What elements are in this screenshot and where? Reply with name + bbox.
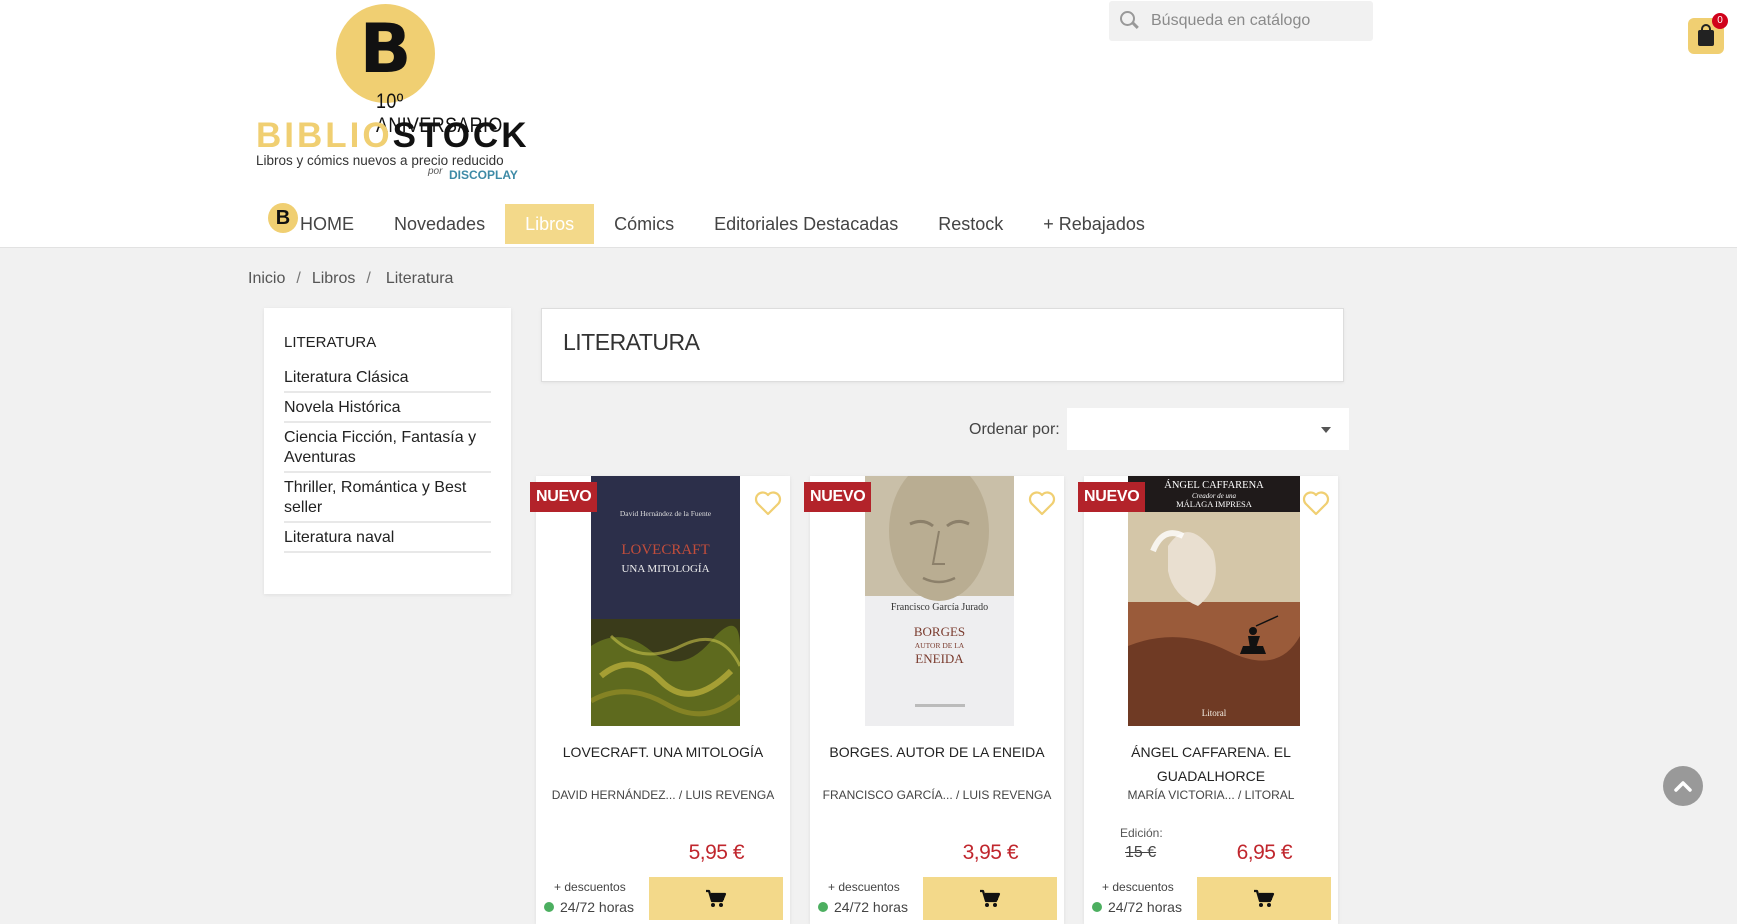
svg-text:MÁLAGA IMPRESA: MÁLAGA IMPRESA (1176, 499, 1253, 509)
svg-text:ÁNGEL CAFFARENA: ÁNGEL CAFFARENA (1164, 479, 1264, 491)
breadcrumb: Inicio / Libros / Literatura (248, 270, 453, 288)
subcategory-item[interactable]: Novela Histórica (284, 393, 491, 423)
search-box[interactable] (1109, 1, 1373, 41)
cart-count-badge: 0 (1712, 13, 1728, 29)
logo[interactable]: B 10º ANIVERSARIO BIBLIOSTOCK Libros y c… (256, 2, 526, 182)
product-title[interactable]: LOVECRAFT. UNA MITOLOGÍA (544, 740, 782, 764)
product-price: 3,95 € (962, 841, 1019, 864)
sort-label: Ordenar por: (969, 421, 1060, 438)
svg-text:Litoral: Litoral (1202, 708, 1227, 718)
old-price: 15 € (1125, 844, 1157, 861)
cart-icon (706, 889, 727, 907)
site-header: B 10º ANIVERSARIO BIBLIOSTOCK Libros y c… (0, 0, 1737, 248)
svg-text:UNA MITOLOGÍA: UNA MITOLOGÍA (621, 563, 709, 575)
logo-tagline: Libros y cómics nuevos a precio reducido (256, 153, 504, 168)
product-price: 5,95 € (688, 841, 745, 864)
svg-text:LOVECRAFT: LOVECRAFT (621, 542, 709, 558)
nav-item-editoriales[interactable]: Editoriales Destacadas (694, 204, 918, 244)
add-to-cart-button[interactable] (1197, 877, 1331, 920)
new-badge: NUEVO (530, 482, 598, 512)
book-cover[interactable]: David Hernández de la Fuente LOVECRAFT U… (591, 476, 740, 726)
logo-name: BIBLIOSTOCK (256, 116, 530, 155)
new-badge: NUEVO (1078, 482, 1146, 512)
nav-item-rebajados[interactable]: + Rebajados (1023, 204, 1165, 244)
discount-note: + descuentos (1102, 880, 1174, 894)
heart-icon[interactable] (1302, 490, 1330, 516)
nav-item-label: HOME (300, 213, 354, 234)
category-sidebar: LITERATURA Literatura Clásica Novela His… (264, 308, 511, 594)
breadcrumb-libros[interactable]: Libros (312, 270, 356, 288)
add-to-cart-button[interactable] (923, 877, 1057, 920)
main-nav: B HOME Novedades Libros Cómics Editorial… (248, 203, 1358, 244)
discount-note: + descuentos (828, 880, 900, 894)
nav-item-restock[interactable]: Restock (918, 204, 1023, 244)
page-title: LITERATURA (563, 329, 700, 355)
logo-letter: B (359, 10, 412, 89)
product-title[interactable]: BORGES. AUTOR DE LA ENEIDA (818, 740, 1056, 764)
nav-item-libros[interactable]: Libros (505, 204, 595, 244)
product-card[interactable]: Francisco García Jurado BORGES AUTOR DE … (804, 476, 1064, 924)
sidebar-title: LITERATURA (284, 334, 377, 351)
availability: 24/72 horas (544, 899, 634, 915)
book-cover[interactable]: ÁNGEL CAFFARENA Creador de una MÁLAGA IM… (1128, 476, 1300, 726)
discount-note: + descuentos (554, 880, 626, 894)
svg-text:BORGES: BORGES (914, 624, 965, 639)
chevron-down-icon[interactable] (1321, 427, 1331, 433)
product-card[interactable]: David Hernández de la Fuente LOVECRAFT U… (530, 476, 790, 924)
cart-icon (1254, 889, 1275, 907)
search-input[interactable] (1151, 12, 1361, 30)
breadcrumb-separator: / (366, 270, 371, 287)
heart-icon[interactable] (754, 490, 782, 516)
search-icon (1119, 10, 1141, 32)
availability: 24/72 horas (1092, 899, 1182, 915)
svg-text:AUTOR DE LA: AUTOR DE LA (915, 641, 965, 650)
nav-item-comics[interactable]: Cómics (594, 204, 694, 244)
product-card[interactable]: ÁNGEL CAFFARENA Creador de una MÁLAGA IM… (1078, 476, 1338, 924)
logo-by: por (428, 166, 443, 177)
product-authors: FRANCISCO GARCÍA... / LUIS REVENGA (822, 788, 1052, 802)
edition-label: Edición: (1120, 826, 1163, 840)
cart-icon (980, 889, 1001, 907)
availability-dot-icon (818, 902, 828, 912)
scroll-to-top-button[interactable] (1663, 766, 1703, 806)
svg-text:David Hernández de la Fuente: David Hernández de la Fuente (620, 509, 712, 518)
svg-text:Francisco García Jurado: Francisco García Jurado (891, 602, 988, 613)
category-header: LITERATURA (541, 308, 1344, 382)
availability-dot-icon (544, 902, 554, 912)
subcategory-item[interactable]: Literatura naval (284, 523, 491, 553)
chevron-up-icon (1674, 781, 1692, 792)
heart-icon[interactable] (1028, 490, 1056, 516)
new-badge: NUEVO (804, 482, 872, 512)
product-title[interactable]: ÁNGEL CAFFARENA. EL GUADALHORCE (1114, 740, 1308, 788)
product-authors: DAVID HERNÁNDEZ... / LUIS REVENGA (551, 788, 775, 802)
sort-select[interactable] (1067, 408, 1349, 450)
book-cover[interactable]: Francisco García Jurado BORGES AUTOR DE … (865, 476, 1014, 726)
subcategory-list: Literatura Clásica Novela Histórica Cien… (284, 363, 491, 553)
breadcrumb-inicio[interactable]: Inicio (248, 270, 285, 288)
nav-item-home[interactable]: B HOME (248, 203, 374, 244)
logo-partner: DISCOPLAY (449, 168, 518, 182)
shopping-bag-icon (1698, 24, 1714, 46)
subcategory-item[interactable]: Literatura Clásica (284, 363, 491, 393)
breadcrumb-current: Literatura (385, 270, 454, 287)
subcategory-item[interactable]: Ciencia Ficción, Fantasía y Aventuras (284, 423, 491, 473)
product-authors: MARÍA VICTORIA... / LITORAL (1127, 788, 1295, 802)
availability: 24/72 horas (818, 899, 908, 915)
subcategory-item[interactable]: Thriller, Romántica y Best seller (284, 473, 491, 523)
nav-item-novedades[interactable]: Novedades (374, 204, 505, 244)
home-logo-icon: B (268, 203, 298, 233)
add-to-cart-button[interactable] (649, 877, 783, 920)
availability-dot-icon (1092, 902, 1102, 912)
product-price: 6,95 € (1236, 841, 1293, 864)
breadcrumb-separator: / (296, 270, 301, 287)
svg-text:ENEIDA: ENEIDA (915, 651, 964, 666)
